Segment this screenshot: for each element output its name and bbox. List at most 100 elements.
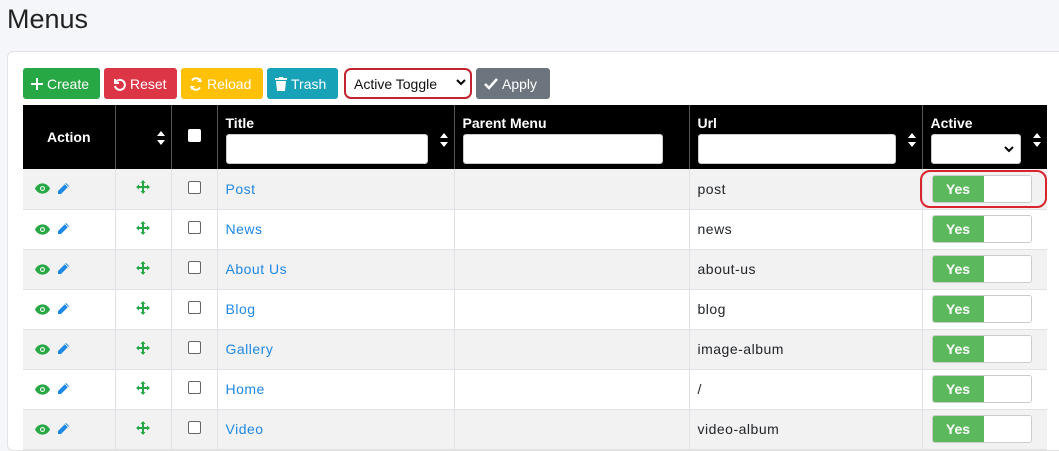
move-icon[interactable] bbox=[136, 260, 150, 275]
row-title-link[interactable]: News bbox=[226, 221, 263, 237]
pencil-icon[interactable] bbox=[56, 342, 70, 356]
sort-icon bbox=[439, 133, 448, 147]
sync-icon bbox=[190, 76, 202, 91]
eye-icon[interactable] bbox=[35, 383, 50, 395]
column-header-action: Action bbox=[23, 105, 116, 169]
column-header-title[interactable]: Title bbox=[217, 105, 455, 169]
table-row: Gallery image-album Yes bbox=[23, 329, 1047, 370]
pencil-icon[interactable] bbox=[56, 382, 70, 396]
row-actions bbox=[23, 209, 116, 250]
row-active-cell: Yes bbox=[922, 409, 1047, 450]
reload-button[interactable]: Reload bbox=[181, 68, 263, 99]
bulk-action-select[interactable]: Active Toggle bbox=[344, 68, 472, 99]
column-parent-menu-label: Parent Menu bbox=[462, 115, 547, 131]
row-title-link[interactable]: Home bbox=[226, 381, 265, 397]
row-actions bbox=[23, 409, 116, 450]
apply-button[interactable]: Apply bbox=[476, 68, 550, 99]
eye-icon[interactable] bbox=[35, 223, 50, 235]
move-icon[interactable] bbox=[136, 180, 150, 195]
row-drag-handle[interactable] bbox=[115, 249, 172, 290]
row-active-cell: Yes bbox=[922, 369, 1047, 410]
reset-label: Reset bbox=[130, 75, 167, 92]
move-icon[interactable] bbox=[136, 380, 150, 395]
move-icon[interactable] bbox=[136, 420, 150, 435]
pencil-icon[interactable] bbox=[56, 182, 70, 196]
row-title-link[interactable]: Video bbox=[226, 421, 264, 437]
pencil-icon[interactable] bbox=[56, 222, 70, 236]
active-toggle[interactable]: Yes bbox=[931, 415, 1032, 443]
title-filter-input[interactable] bbox=[225, 134, 428, 164]
row-url-cell: about-us bbox=[689, 249, 923, 290]
row-url-cell: / bbox=[689, 369, 923, 410]
menus-table: Action Title Parent Menu Url Active Post… bbox=[23, 105, 1047, 450]
parent-menu-filter-input[interactable] bbox=[462, 134, 663, 164]
row-title-link[interactable]: Blog bbox=[226, 301, 256, 317]
row-select bbox=[171, 329, 218, 370]
active-filter-select[interactable] bbox=[930, 134, 1021, 164]
table-row: Post post Yes bbox=[23, 169, 1047, 210]
row-checkbox[interactable] bbox=[187, 421, 201, 434]
create-button[interactable]: Create bbox=[23, 68, 100, 99]
apply-label: Apply bbox=[502, 75, 538, 92]
row-checkbox[interactable] bbox=[187, 341, 201, 354]
select-all-checkbox[interactable] bbox=[187, 129, 201, 142]
reset-button[interactable]: Reset bbox=[104, 68, 177, 99]
row-checkbox[interactable] bbox=[187, 301, 201, 314]
row-title-link[interactable]: Post bbox=[226, 181, 256, 197]
trash-label: Trash bbox=[291, 75, 327, 92]
row-drag-handle[interactable] bbox=[115, 169, 172, 210]
row-select bbox=[171, 369, 218, 410]
pencil-icon[interactable] bbox=[56, 302, 70, 316]
row-drag-handle[interactable] bbox=[115, 369, 172, 410]
row-active-cell: Yes bbox=[922, 329, 1047, 370]
row-drag-handle[interactable] bbox=[115, 289, 172, 330]
row-checkbox[interactable] bbox=[187, 180, 201, 194]
eye-icon[interactable] bbox=[35, 183, 50, 194]
active-toggle-on-label: Yes bbox=[932, 216, 984, 242]
table-row: Home / Yes bbox=[23, 369, 1047, 410]
active-toggle-off-side bbox=[983, 216, 1031, 242]
column-active-label: Active bbox=[930, 115, 973, 131]
move-icon[interactable] bbox=[136, 340, 150, 355]
pencil-icon[interactable] bbox=[56, 262, 70, 276]
eye-icon[interactable] bbox=[35, 263, 50, 275]
row-select bbox=[171, 209, 218, 250]
column-header-active[interactable]: Active bbox=[922, 105, 1047, 169]
row-parent-cell bbox=[454, 249, 690, 290]
row-parent-cell bbox=[454, 369, 690, 410]
row-drag-handle[interactable] bbox=[115, 209, 172, 250]
row-drag-handle[interactable] bbox=[115, 329, 172, 370]
move-icon[interactable] bbox=[136, 300, 150, 315]
table-row: News news Yes bbox=[23, 209, 1047, 250]
move-icon[interactable] bbox=[136, 220, 150, 235]
row-checkbox[interactable] bbox=[187, 381, 201, 394]
check-icon bbox=[484, 77, 498, 90]
row-title-cell: Video bbox=[217, 409, 455, 450]
bulk-action-select-wrap: Active Toggle bbox=[344, 68, 472, 99]
url-filter-input[interactable] bbox=[697, 134, 896, 164]
eye-icon[interactable] bbox=[35, 343, 50, 355]
active-toggle[interactable]: Yes bbox=[931, 295, 1032, 323]
active-toggle[interactable]: Yes bbox=[931, 335, 1032, 363]
active-toggle[interactable]: Yes bbox=[931, 255, 1032, 283]
pencil-icon[interactable] bbox=[56, 422, 70, 436]
active-toggle-on-label: Yes bbox=[932, 256, 984, 282]
row-title-link[interactable]: About Us bbox=[226, 261, 288, 277]
sort-icon bbox=[907, 133, 916, 147]
trash-button[interactable]: Trash bbox=[267, 68, 338, 99]
row-checkbox[interactable] bbox=[187, 261, 201, 274]
active-toggle[interactable]: Yes bbox=[931, 215, 1032, 243]
eye-icon[interactable] bbox=[35, 303, 50, 315]
row-title-link[interactable]: Gallery bbox=[226, 341, 274, 357]
row-select bbox=[171, 289, 218, 330]
column-header-url[interactable]: Url bbox=[689, 105, 923, 169]
row-select bbox=[171, 409, 218, 450]
active-toggle[interactable]: Yes bbox=[931, 375, 1032, 403]
column-header-drag[interactable] bbox=[115, 105, 172, 169]
active-toggle-on-label: Yes bbox=[932, 175, 984, 202]
row-title-cell: Post bbox=[217, 169, 455, 210]
row-drag-handle[interactable] bbox=[115, 409, 172, 450]
active-toggle[interactable]: Yes bbox=[931, 174, 1032, 203]
row-checkbox[interactable] bbox=[187, 221, 201, 234]
row-active-cell: Yes bbox=[922, 209, 1047, 250]
